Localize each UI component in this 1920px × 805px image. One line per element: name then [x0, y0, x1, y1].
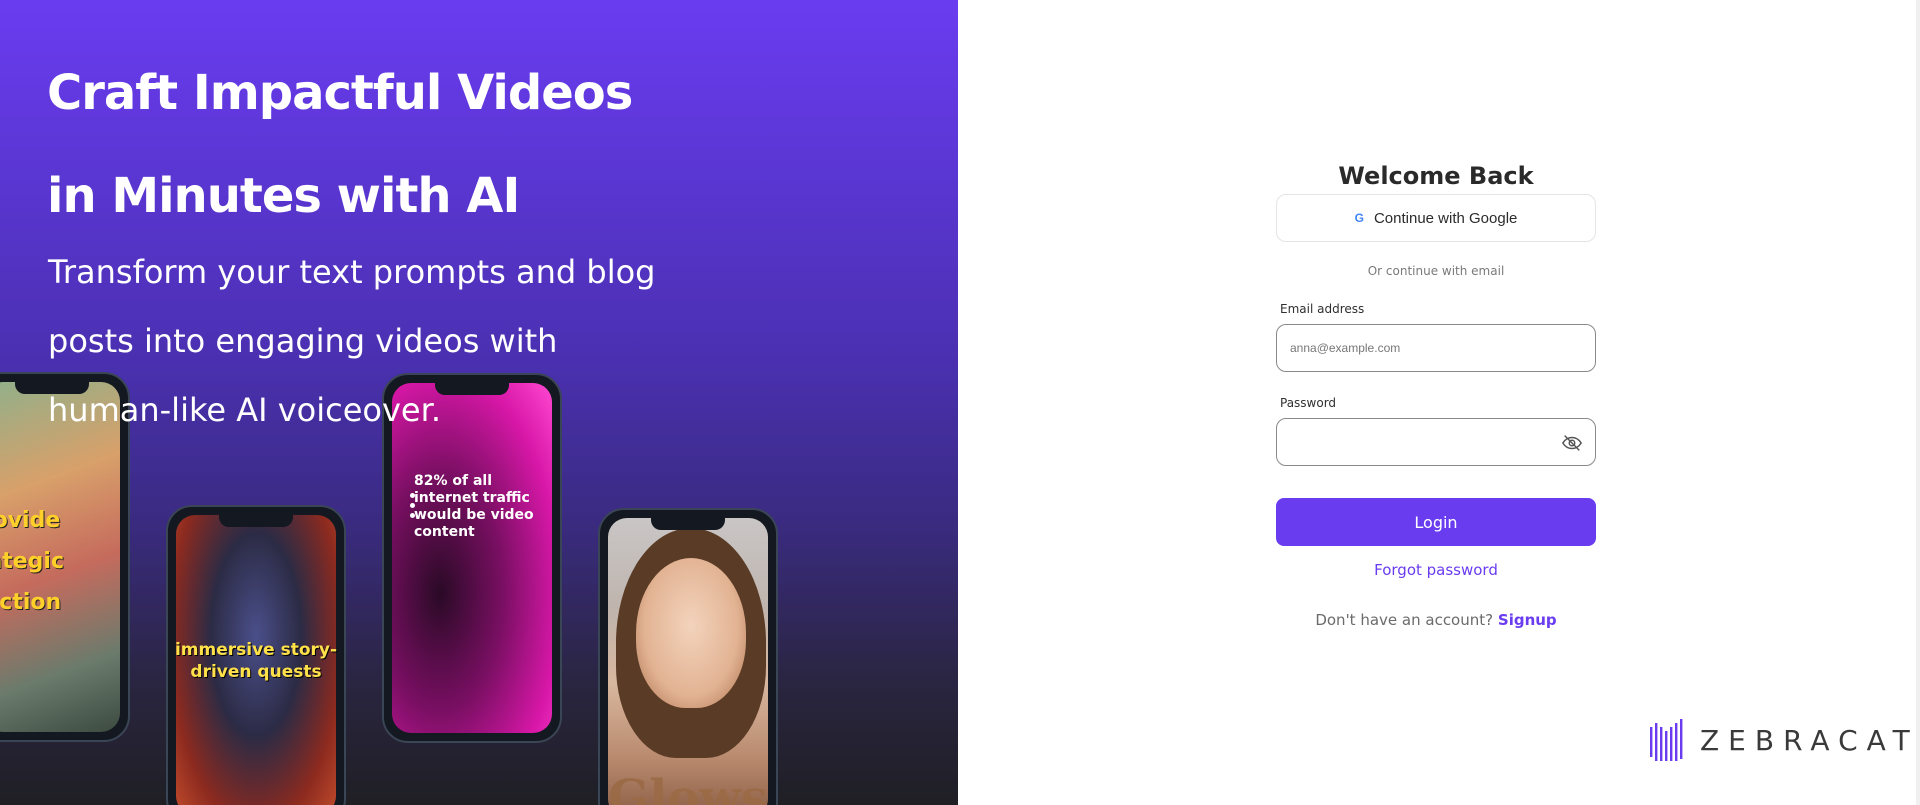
- hero-subtitle-line-1: Transform your text prompts and blog: [48, 253, 656, 291]
- hero-title-line-1: Craft Impactful Videos: [47, 65, 633, 121]
- hero-subtitle: Transform your text prompts and blog pos…: [48, 238, 688, 445]
- password-input[interactable]: [1277, 419, 1595, 465]
- phone-caption: provide trategic irection: [0, 508, 64, 615]
- login-form: Welcome Back G Continue with Google Or c…: [1276, 158, 1596, 630]
- phone-notch: [651, 516, 725, 530]
- hero-title-line-2: in Minutes with AI: [47, 168, 520, 224]
- forgot-password-link[interactable]: Forgot password: [1276, 560, 1596, 580]
- email-divider-text: Or continue with email: [1367, 264, 1505, 278]
- no-account-text: Don't have an account?: [1315, 611, 1494, 629]
- hero-subtitle-line-3: human-like AI voiceover.: [48, 391, 441, 429]
- phone-caption: Glows: [608, 770, 768, 805]
- password-label: Password: [1280, 396, 1337, 410]
- continue-with-google-button[interactable]: G Continue with Google: [1276, 194, 1596, 242]
- phone-caption: immersive story-driven quests: [174, 640, 338, 682]
- zebracat-logo-icon: [1650, 719, 1683, 761]
- password-field-wrapper: [1276, 418, 1596, 466]
- signup-prompt: Don't have an account? Signup: [1276, 610, 1596, 630]
- email-label: Email address: [1280, 302, 1365, 316]
- hero-panel: Craft Impactful Videos in Minutes with A…: [0, 0, 958, 805]
- email-input[interactable]: [1277, 325, 1595, 371]
- email-field-wrapper: [1276, 324, 1596, 372]
- portrait-face: [636, 558, 746, 708]
- login-button[interactable]: Login: [1276, 498, 1596, 546]
- google-icon: G: [1354, 211, 1364, 225]
- phone-notch: [219, 513, 293, 527]
- phone-mockup-4: Glows: [598, 508, 778, 805]
- login-title: Welcome Back: [1338, 162, 1534, 190]
- signup-link[interactable]: Signup: [1498, 611, 1557, 629]
- phone-screen: [608, 518, 768, 805]
- phone-mockup-2: immersive story-driven quests: [166, 505, 346, 805]
- phone-caption: 82% of all internet traffic would be vid…: [414, 473, 534, 540]
- google-button-label: Continue with Google: [1373, 209, 1518, 227]
- brand-logo: ZEBRACAT: [1648, 716, 1919, 764]
- hero-subtitle-line-2: posts into engaging videos with: [48, 322, 558, 360]
- hero-title: Craft Impactful Videos in Minutes with A…: [47, 42, 747, 248]
- page-scrollbar[interactable]: [1916, 0, 1920, 805]
- eye-off-icon[interactable]: [1561, 432, 1583, 454]
- brand-name: ZEBRACAT: [1700, 723, 1919, 757]
